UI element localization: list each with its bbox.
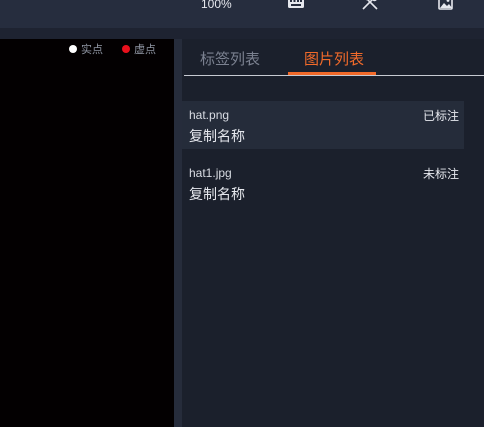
image-list: hat.png 已标注 复制名称 hat1.jpg 未标注 复制名称: [182, 101, 464, 217]
right-panel: 标签列表 图片列表 hat.png 已标注 复制名称 hat1.jpg 未标注 …: [182, 39, 484, 427]
image-filename: hat1.jpg: [189, 166, 232, 180]
virtual-point-dot: [122, 45, 130, 53]
top-toolbar: 100%: [0, 0, 484, 28]
legend-virtual-label: 虚点: [134, 44, 156, 56]
active-tab-indicator: [288, 72, 376, 75]
zoom-level: 100%: [201, 0, 232, 11]
legend-real-point: 实点: [69, 41, 103, 57]
list-item[interactable]: hat.png 已标注 复制名称: [182, 101, 464, 149]
annotation-canvas[interactable]: 实点 虚点: [0, 39, 174, 427]
annotation-app: 100% 实点 虚点 标签列表 图片列表 hat.png 已标注 复制名称 ha…: [0, 0, 484, 427]
keyboard-icon[interactable]: [287, 0, 305, 10]
list-item[interactable]: hat1.jpg 未标注 复制名称: [182, 159, 464, 207]
legend-real-label: 实点: [81, 44, 103, 56]
tab-image-list[interactable]: 图片列表: [304, 48, 364, 69]
real-point-dot: [69, 45, 77, 53]
annotation-status: 未标注: [422, 167, 459, 181]
panel-tabs: 标签列表 图片列表: [184, 39, 484, 76]
annotation-status: 已标注: [422, 109, 459, 123]
image-icon[interactable]: [437, 0, 455, 10]
legend-virtual-point: 虚点: [122, 41, 156, 57]
tools-icon[interactable]: [361, 0, 379, 10]
image-filename: hat.png: [189, 108, 230, 122]
copy-name-button[interactable]: 复制名称: [189, 126, 245, 146]
copy-name-button[interactable]: 复制名称: [189, 184, 245, 204]
tab-tag-list[interactable]: 标签列表: [200, 48, 260, 69]
panel-splitter[interactable]: [174, 39, 182, 427]
toolbar-separator: [0, 28, 484, 39]
